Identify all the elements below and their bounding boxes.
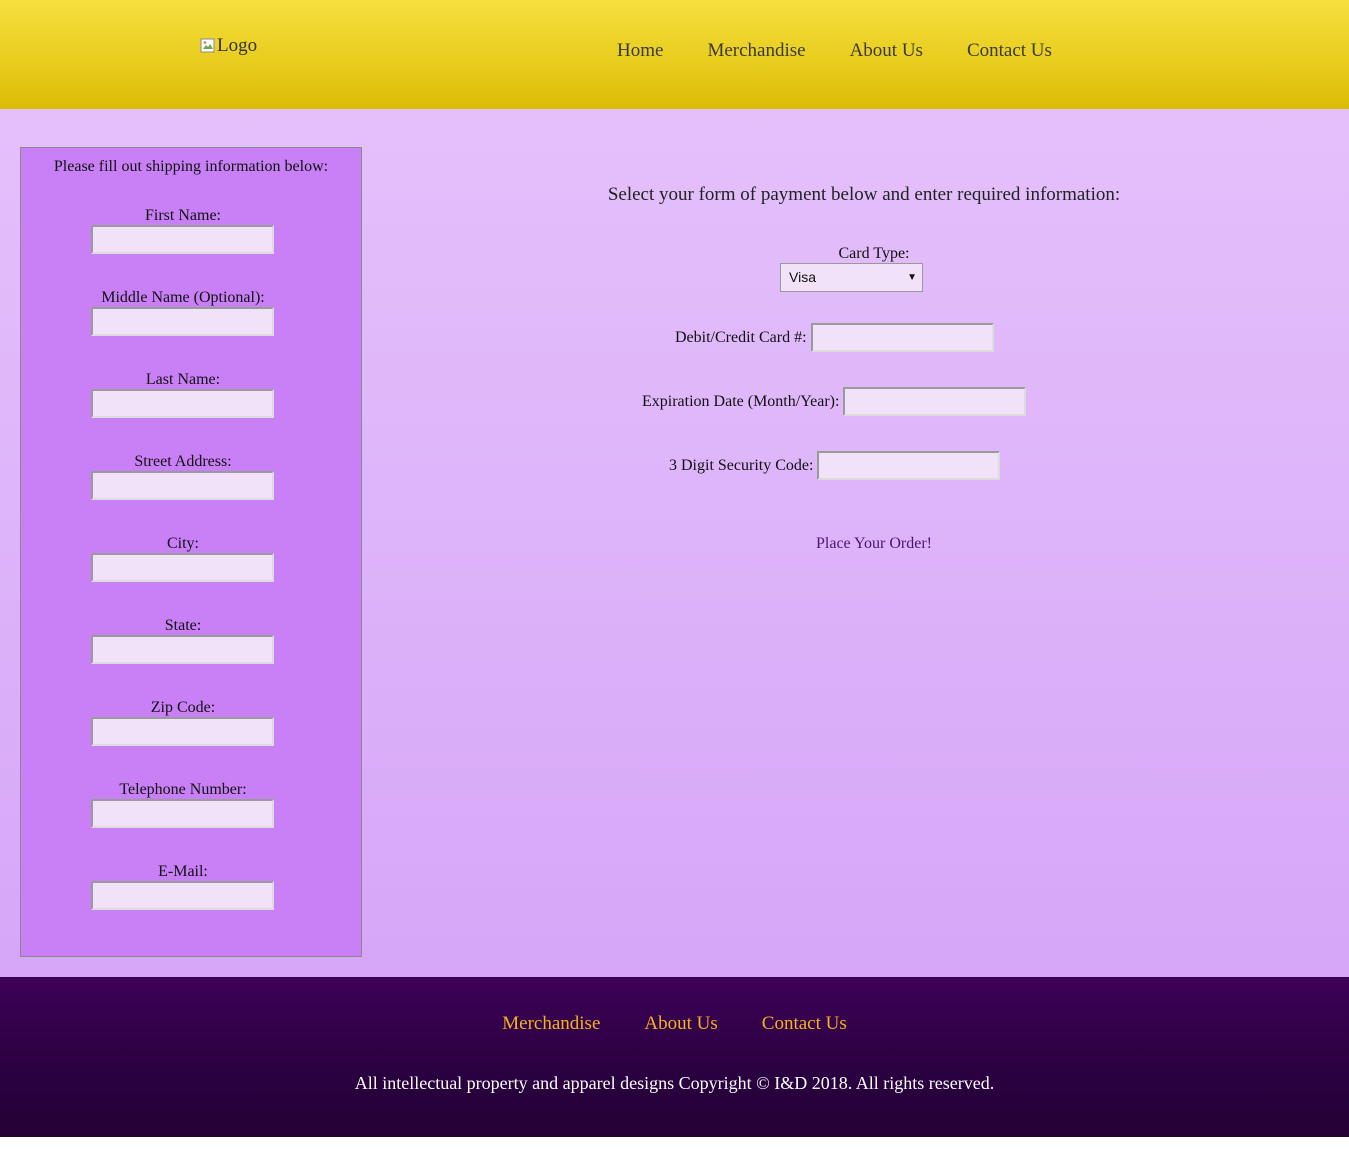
expiration-row: Expiration Date (Month/Year): [642, 387, 1027, 416]
security-code-label: 3 Digit Security Code: [669, 456, 814, 474]
state-field: State: [91, 617, 275, 664]
card-type-select[interactable]: Visa ▼ [780, 263, 923, 292]
nav-contact-us[interactable]: Contact Us [967, 40, 1052, 62]
payment-title: Select your form of payment below and en… [607, 184, 1121, 205]
expiration-label: Expiration Date (Month/Year): [642, 392, 840, 410]
city-label: City: [166, 535, 199, 552]
card-number-input[interactable] [810, 323, 994, 352]
card-number-label: Debit/Credit Card #: [675, 328, 807, 346]
zip-code-field: Zip Code: [91, 699, 275, 746]
telephone-input[interactable] [91, 799, 274, 828]
security-code-row: 3 Digit Security Code: [669, 451, 1001, 480]
expiration-input[interactable] [843, 387, 1027, 416]
card-type-value: Visa [789, 269, 816, 285]
street-address-label: Street Address: [134, 453, 232, 470]
state-label: State: [164, 617, 202, 634]
street-address-input[interactable] [91, 471, 274, 500]
footer-link-about-us[interactable]: About Us [644, 1013, 717, 1034]
last-name-label: Last Name: [145, 371, 221, 388]
city-field: City: [91, 535, 275, 582]
email-label: E-Mail: [158, 863, 208, 880]
state-input[interactable] [91, 635, 274, 664]
site-header: Logo Home Merchandise About Us Contact U… [0, 0, 1349, 109]
last-name-field: Last Name: [91, 371, 275, 418]
logo-alt-text: Logo [217, 35, 258, 56]
logo[interactable]: Logo [200, 34, 257, 58]
email-field: E-Mail: [91, 863, 275, 910]
place-order-button[interactable]: Place Your Order! [774, 535, 974, 553]
main-nav: Home Merchandise About Us Contact Us [617, 40, 1096, 62]
email-input[interactable] [91, 881, 274, 910]
dropdown-arrow-icon: ▼ [907, 272, 917, 283]
card-type-label: Card Type: [838, 245, 910, 262]
city-input[interactable] [91, 553, 274, 582]
site-footer: Merchandise About Us Contact Us All inte… [0, 977, 1349, 1137]
zip-code-label: Zip Code: [150, 699, 216, 716]
first-name-label: First Name: [145, 207, 221, 224]
card-number-row: Debit/Credit Card #: [675, 323, 994, 352]
zip-code-input[interactable] [91, 717, 274, 746]
footer-nav: Merchandise About Us Contact Us [0, 1013, 1349, 1035]
broken-image-icon [200, 38, 216, 54]
first-name-field: First Name: [91, 207, 275, 254]
telephone-label: Telephone Number: [119, 781, 247, 798]
nav-about-us[interactable]: About Us [850, 40, 923, 62]
shipping-form: Please fill out shipping information bel… [20, 147, 362, 957]
nav-home[interactable]: Home [617, 40, 663, 62]
last-name-input[interactable] [91, 389, 274, 418]
middle-name-label: Middle Name (Optional): [101, 289, 265, 306]
security-code-input[interactable] [817, 451, 1001, 480]
copyright-text: All intellectual property and apparel de… [354, 1073, 995, 1093]
shipping-title: Please fill out shipping information bel… [53, 158, 329, 175]
footer-link-merchandise[interactable]: Merchandise [502, 1013, 600, 1034]
first-name-input[interactable] [91, 225, 274, 254]
footer-link-contact-us[interactable]: Contact Us [762, 1013, 847, 1034]
telephone-field: Telephone Number: [91, 781, 275, 828]
middle-name-input[interactable] [91, 307, 274, 336]
street-address-field: Street Address: [91, 453, 275, 500]
nav-merchandise[interactable]: Merchandise [707, 40, 805, 62]
main-content: Please fill out shipping information bel… [0, 109, 1349, 977]
middle-name-field: Middle Name (Optional): [91, 289, 275, 336]
